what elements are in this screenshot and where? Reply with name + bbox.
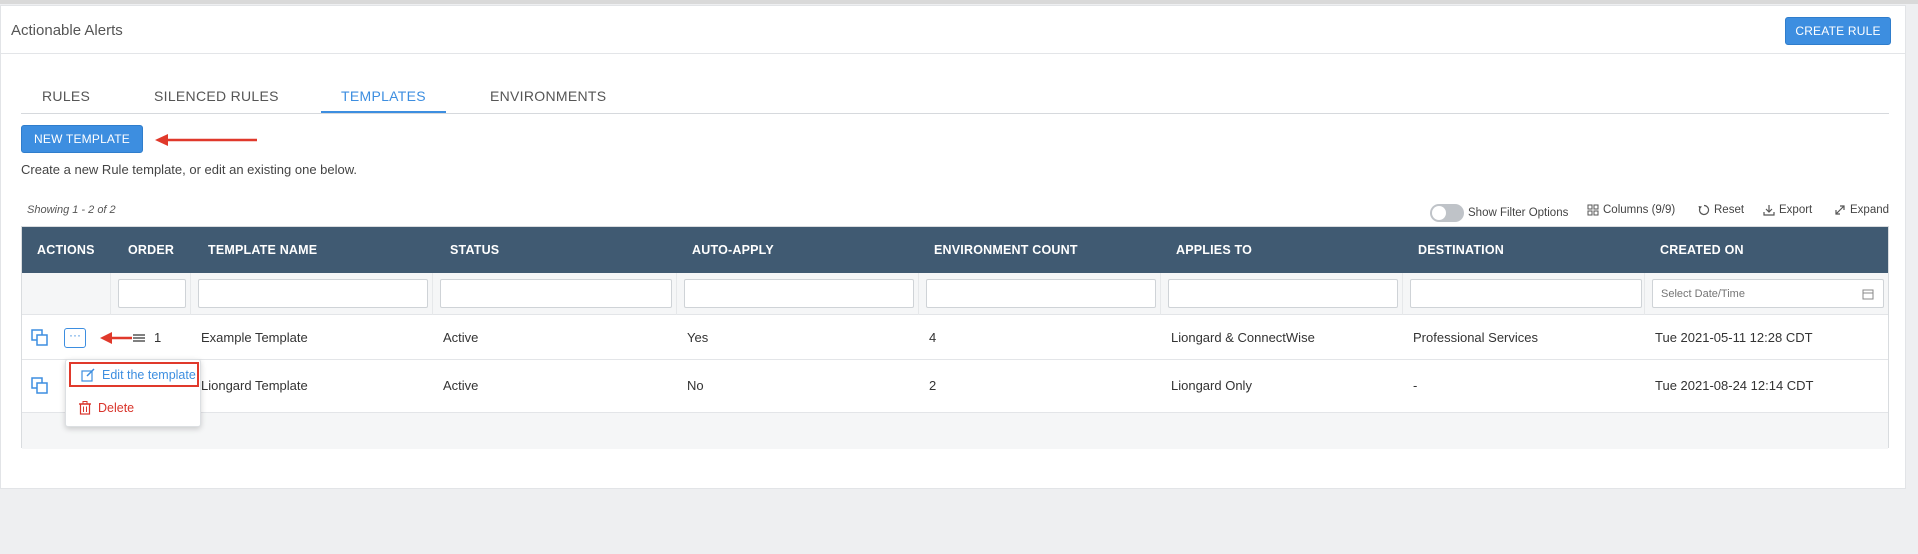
created-on-date-filter[interactable] (1652, 279, 1884, 308)
results-count: Showing 1 - 2 of 2 (27, 204, 116, 216)
toggle-switch[interactable] (1430, 204, 1464, 222)
environment-count-cell: 2 (929, 378, 937, 393)
edit-icon (81, 367, 95, 382)
column-header-destination[interactable]: DESTINATION (1418, 243, 1504, 257)
table-row: Liongard Template Active No 2 Liongard O… (22, 360, 1888, 413)
status-cell: Active (443, 330, 479, 345)
column-header-created-on[interactable]: CREATED ON (1660, 243, 1744, 257)
top-border (0, 0, 1918, 4)
tab-environments[interactable]: ENVIRONMENTS (490, 88, 606, 104)
column-header-template-name[interactable]: TEMPLATE NAME (208, 243, 317, 257)
new-template-button[interactable]: NEW TEMPLATE (21, 125, 143, 153)
environment-count-cell: 4 (929, 330, 937, 345)
drag-handle-icon[interactable] (133, 333, 145, 343)
copy-icon[interactable] (30, 328, 50, 348)
auto-apply-cell: No (687, 378, 704, 393)
table-header: ACTIONS ORDER TEMPLATE NAME STATUS AUTO-… (22, 227, 1888, 273)
page-title: Actionable Alerts (11, 22, 123, 39)
tab-silenced-rules[interactable]: SILENCED RULES (154, 88, 279, 104)
create-rule-button[interactable]: CREATE RULE (1785, 17, 1891, 45)
grid-icon (1587, 204, 1599, 216)
edit-template-menu-item[interactable]: Edit the template (69, 362, 199, 387)
expand-icon (1835, 205, 1845, 215)
status-cell: Active (443, 378, 479, 393)
copy-icon[interactable] (30, 376, 50, 396)
columns-label: Columns (9/9) (1603, 204, 1676, 216)
helper-text: Create a new Rule template, or edit an e… (21, 162, 358, 177)
applies-to-filter-input[interactable] (1168, 279, 1398, 308)
table-empty-row (22, 413, 1888, 449)
destination-cell: Professional Services (1413, 330, 1538, 345)
auto-apply-cell: Yes (687, 330, 709, 345)
expand-label: Expand (1850, 204, 1890, 216)
delete-label: Delete (98, 400, 135, 415)
applies-to-cell: Liongard & ConnectWise (1171, 330, 1315, 345)
applies-to-cell: Liongard Only (1171, 378, 1252, 393)
column-header-status[interactable]: STATUS (450, 243, 499, 257)
order-cell: 1 (154, 330, 162, 345)
edit-template-label: Edit the template (102, 367, 196, 382)
annotation-arrow-icon (155, 134, 257, 146)
templates-table: ACTIONS ORDER TEMPLATE NAME STATUS AUTO-… (21, 226, 1889, 449)
column-header-auto-apply[interactable]: AUTO-APPLY (692, 243, 774, 257)
more-actions-button[interactable]: ··· (64, 328, 86, 348)
tab-rules[interactable]: RULES (42, 88, 90, 104)
download-icon (1763, 205, 1775, 216)
template-name-filter-input[interactable] (198, 279, 428, 308)
column-header-environment-count[interactable]: ENVIRONMENT COUNT (934, 243, 1078, 257)
environment-count-filter-input[interactable] (926, 279, 1156, 308)
active-tab-indicator (321, 111, 446, 113)
template-name-cell: Example Template (201, 330, 308, 345)
export-label: Export (1779, 204, 1813, 216)
template-name-cell: Liongard Template (201, 378, 308, 393)
created-on-cell: Tue 2021-08-24 12:14 CDT (1655, 378, 1814, 393)
filter-toggle[interactable]: Show Filter Options (1430, 204, 1568, 222)
filter-toggle-label: Show Filter Options (1468, 207, 1569, 219)
column-header-applies-to[interactable]: APPLIES TO (1176, 243, 1252, 257)
export-button[interactable]: Export (1763, 204, 1812, 216)
columns-button[interactable]: Columns (9/9) (1587, 204, 1675, 216)
reset-icon (1698, 204, 1710, 216)
column-header-actions[interactable]: ACTIONS (37, 243, 95, 257)
destination-cell: - (1413, 378, 1418, 393)
annotation-arrow-icon (100, 332, 132, 344)
reset-button[interactable]: Reset (1698, 204, 1744, 216)
tab-templates[interactable]: TEMPLATES (341, 88, 426, 104)
destination-filter-input[interactable] (1410, 279, 1642, 308)
main-card: Actionable Alerts CREATE RULE RULES SILE… (0, 5, 1906, 489)
status-filter-input[interactable] (440, 279, 672, 308)
tab-bar: RULES SILENCED RULES TEMPLATES ENVIRONME… (21, 76, 1889, 114)
delete-menu-item[interactable]: Delete (69, 395, 199, 420)
filter-row (22, 273, 1888, 315)
expand-button[interactable]: Expand (1834, 204, 1889, 216)
auto-apply-filter-input[interactable] (684, 279, 914, 308)
trash-icon (79, 400, 91, 415)
reset-label: Reset (1714, 204, 1745, 216)
order-filter-input[interactable] (118, 279, 186, 308)
table-row: ··· 1 Example Template Active Yes 4 Lion… (22, 315, 1888, 360)
created-on-cell: Tue 2021-05-11 12:28 CDT (1655, 330, 1813, 345)
calendar-icon[interactable] (1862, 288, 1874, 300)
row-actions-menu: Edit the template Delete (65, 359, 201, 427)
column-header-order[interactable]: ORDER (128, 243, 174, 257)
page-header: Actionable Alerts CREATE RULE (1, 6, 1905, 54)
